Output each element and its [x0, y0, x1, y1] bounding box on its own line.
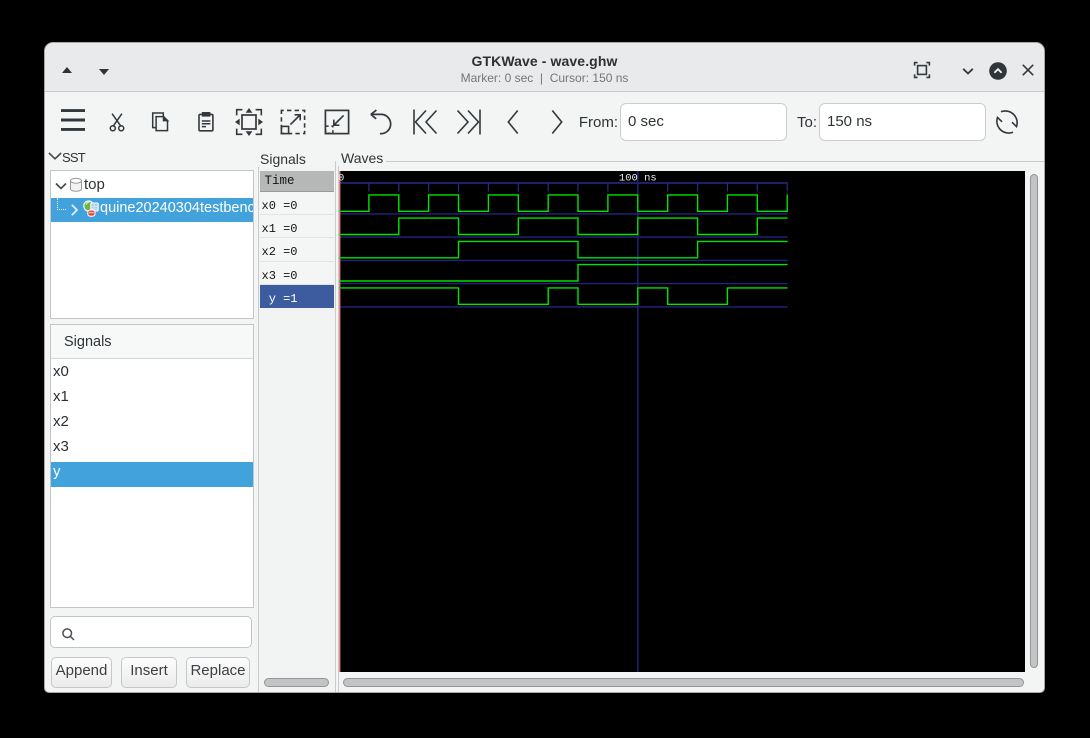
svg-text:100 ns: 100 ns: [619, 173, 657, 185]
svg-text:0: 0: [339, 173, 344, 185]
